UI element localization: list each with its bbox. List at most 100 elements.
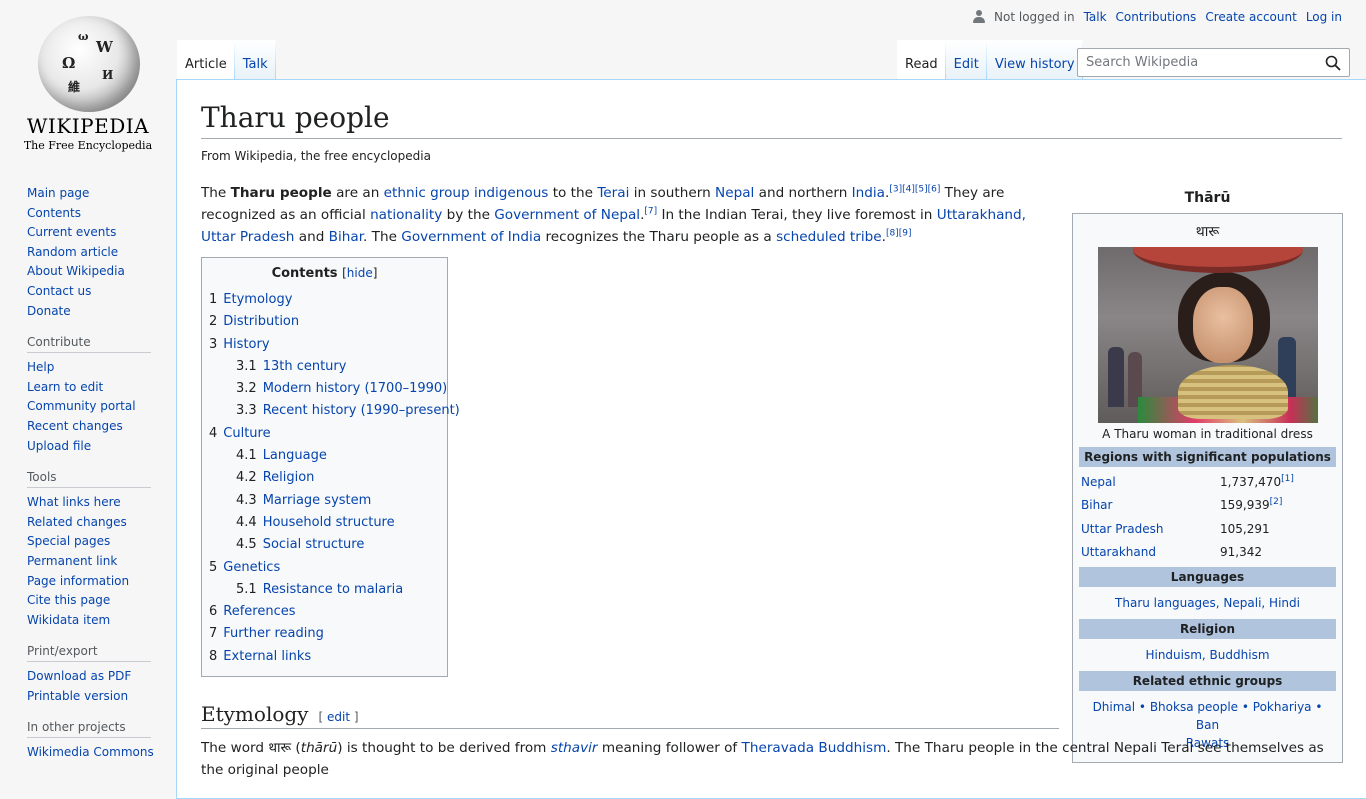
sidebar-item-link[interactable]: Help: [27, 360, 54, 374]
toc-item-culture[interactable]: 4 Culture: [209, 423, 440, 445]
link-theravada-buddhism[interactable]: Theravada Buddhism: [742, 740, 887, 756]
toc-link[interactable]: 1 Etymology: [209, 292, 292, 307]
tab-talk[interactable]: Talk: [235, 40, 276, 80]
sidebar-item-link[interactable]: Community portal: [27, 399, 136, 413]
region-link[interactable]: Nepal: [1081, 475, 1116, 489]
tab-read[interactable]: Read: [897, 40, 946, 80]
tab-edit[interactable]: Edit: [946, 40, 987, 80]
link-sthavir[interactable]: sthavir: [551, 740, 598, 756]
toc-link[interactable]: 4.4 Household structure: [236, 515, 395, 530]
sidebar-item-contents[interactable]: Contents: [27, 204, 157, 224]
toc-item-recent-history-1990-present[interactable]: 3.3 Recent history (1990–present): [209, 400, 460, 422]
sidebar-item-link[interactable]: Main page: [27, 186, 89, 200]
tharu-woman-photo[interactable]: [1097, 247, 1318, 423]
toc-link[interactable]: 4 Culture: [209, 426, 271, 441]
sidebar-item-page-information[interactable]: Page information: [27, 572, 157, 592]
toc-link[interactable]: 4.2 Religion: [236, 470, 314, 485]
toc-link[interactable]: 5.1 Resistance to malaria: [236, 582, 403, 597]
toc-link[interactable]: 5 Genetics: [209, 560, 280, 575]
toc-link[interactable]: 7 Further reading: [209, 626, 324, 641]
reference-link[interactable]: [2]: [1270, 497, 1283, 507]
sidebar-item-help[interactable]: Help: [27, 358, 157, 378]
toc-item-marriage-system[interactable]: 4.3 Marriage system: [209, 490, 440, 512]
link-uttar-pradesh[interactable]: Uttar Pradesh: [201, 229, 294, 245]
sidebar-item-link[interactable]: Wikimedia Commons: [27, 745, 154, 759]
toc-item-further-reading[interactable]: 7 Further reading: [209, 623, 440, 645]
sidebar-item-link[interactable]: Learn to edit: [27, 380, 103, 394]
toc-item-external-links[interactable]: 8 External links: [209, 646, 440, 668]
sidebar-item-main-page[interactable]: Main page: [27, 184, 157, 204]
link-scheduled-tribe[interactable]: scheduled tribe: [776, 229, 882, 245]
toc-link[interactable]: 2 Distribution: [209, 314, 299, 329]
link-india[interactable]: India: [852, 185, 885, 201]
infobox-languages[interactable]: Tharu languages, Nepali, Hindi: [1079, 590, 1336, 616]
sidebar-item-link[interactable]: Wikidata item: [27, 613, 110, 627]
create-account-link[interactable]: Create account: [1205, 10, 1297, 24]
sidebar-item-donate[interactable]: Donate: [27, 302, 157, 322]
sidebar-item-link[interactable]: Related changes: [27, 515, 127, 529]
sidebar-item-special-pages[interactable]: Special pages: [27, 532, 157, 552]
toc-link[interactable]: 4.3 Marriage system: [236, 493, 371, 508]
toc-item-genetics[interactable]: 5 Genetics: [209, 557, 440, 579]
search-input[interactable]: [1084, 54, 1314, 71]
link-uttarakhand[interactable]: Uttarakhand: [937, 207, 1022, 223]
sidebar-item-link[interactable]: Upload file: [27, 439, 91, 453]
tab-view-history[interactable]: View history: [987, 40, 1083, 80]
wikipedia-logo[interactable]: Ω W 維 И ω WIKIPEDIA The Free Encyclopedi…: [0, 0, 176, 160]
toc-link[interactable]: 6 References: [209, 604, 296, 619]
sidebar-item-recent-changes[interactable]: Recent changes: [27, 417, 157, 437]
toc-item-history[interactable]: 3 History: [209, 334, 440, 356]
tab-article[interactable]: Article: [177, 40, 235, 80]
sidebar-item-contact-us[interactable]: Contact us: [27, 282, 157, 302]
toc-link[interactable]: 4.1 Language: [236, 448, 327, 463]
sidebar-item-link[interactable]: Printable version: [27, 689, 128, 703]
tab-edit-label[interactable]: Edit: [954, 57, 979, 72]
contributions-link[interactable]: Contributions: [1116, 10, 1197, 24]
login-link[interactable]: Log in: [1306, 10, 1342, 24]
reference-link[interactable]: [1]: [1281, 474, 1294, 484]
reference-link[interactable]: [7]: [644, 206, 657, 216]
link-government-of-india[interactable]: Government of India: [401, 229, 541, 245]
toc-toggle[interactable]: [hide]: [342, 266, 377, 280]
toc-link[interactable]: 3.2 Modern history (1700–1990): [236, 381, 447, 396]
sidebar-item-link[interactable]: Donate: [27, 304, 71, 318]
region-link[interactable]: Uttarakhand: [1081, 545, 1156, 559]
sidebar-item-upload-file[interactable]: Upload file: [27, 437, 157, 457]
sidebar-item-link[interactable]: Cite this page: [27, 593, 110, 607]
sidebar-item-printable-version[interactable]: Printable version: [27, 687, 157, 707]
toc-link[interactable]: 3 History: [209, 337, 270, 352]
sidebar-item-link[interactable]: Contents: [27, 206, 81, 220]
sidebar-item-link[interactable]: Recent changes: [27, 419, 123, 433]
sidebar-item-link[interactable]: Random article: [27, 245, 118, 259]
region-link[interactable]: Uttar Pradesh: [1081, 522, 1163, 536]
tab-read-label[interactable]: Read: [905, 57, 938, 72]
sidebar-item-link[interactable]: Current events: [27, 225, 116, 239]
toc-link[interactable]: 4.5 Social structure: [236, 537, 364, 552]
sidebar-item-link[interactable]: Download as PDF: [27, 669, 131, 683]
sidebar-item-link[interactable]: Special pages: [27, 534, 110, 548]
sidebar-item-random-article[interactable]: Random article: [27, 243, 157, 263]
sidebar-item-related-changes[interactable]: Related changes: [27, 513, 157, 533]
toc-item-etymology[interactable]: 1 Etymology: [209, 289, 440, 311]
toc-item-household-structure[interactable]: 4.4 Household structure: [209, 512, 440, 534]
infobox-religion[interactable]: Hinduism, Buddhism: [1079, 642, 1336, 668]
tab-view-history-label[interactable]: View history: [995, 57, 1075, 72]
link-nepal[interactable]: Nepal: [715, 185, 754, 201]
toc-item-language[interactable]: 4.1 Language: [209, 445, 440, 467]
sidebar-item-link[interactable]: Contact us: [27, 284, 91, 298]
link-bihar[interactable]: Bihar: [329, 229, 363, 245]
link-terai[interactable]: Terai: [597, 185, 629, 201]
sidebar-item-learn-to-edit[interactable]: Learn to edit: [27, 378, 157, 398]
sidebar-item-link[interactable]: About Wikipedia: [27, 264, 125, 278]
sidebar-item-link[interactable]: Page information: [27, 574, 129, 588]
search-icon[interactable]: [1325, 55, 1341, 71]
sidebar-item-current-events[interactable]: Current events: [27, 223, 157, 243]
toc-item-distribution[interactable]: 2 Distribution: [209, 311, 440, 333]
sidebar-item-cite-this-page[interactable]: Cite this page: [27, 591, 157, 611]
link-nationality[interactable]: nationality: [370, 207, 442, 223]
link-ethnic-group[interactable]: ethnic group: [384, 185, 470, 201]
toc-item-references[interactable]: 6 References: [209, 601, 440, 623]
sidebar-item-permanent-link[interactable]: Permanent link: [27, 552, 157, 572]
sidebar-item-about-wikipedia[interactable]: About Wikipedia: [27, 262, 157, 282]
tab-talk-label[interactable]: Talk: [243, 57, 268, 72]
